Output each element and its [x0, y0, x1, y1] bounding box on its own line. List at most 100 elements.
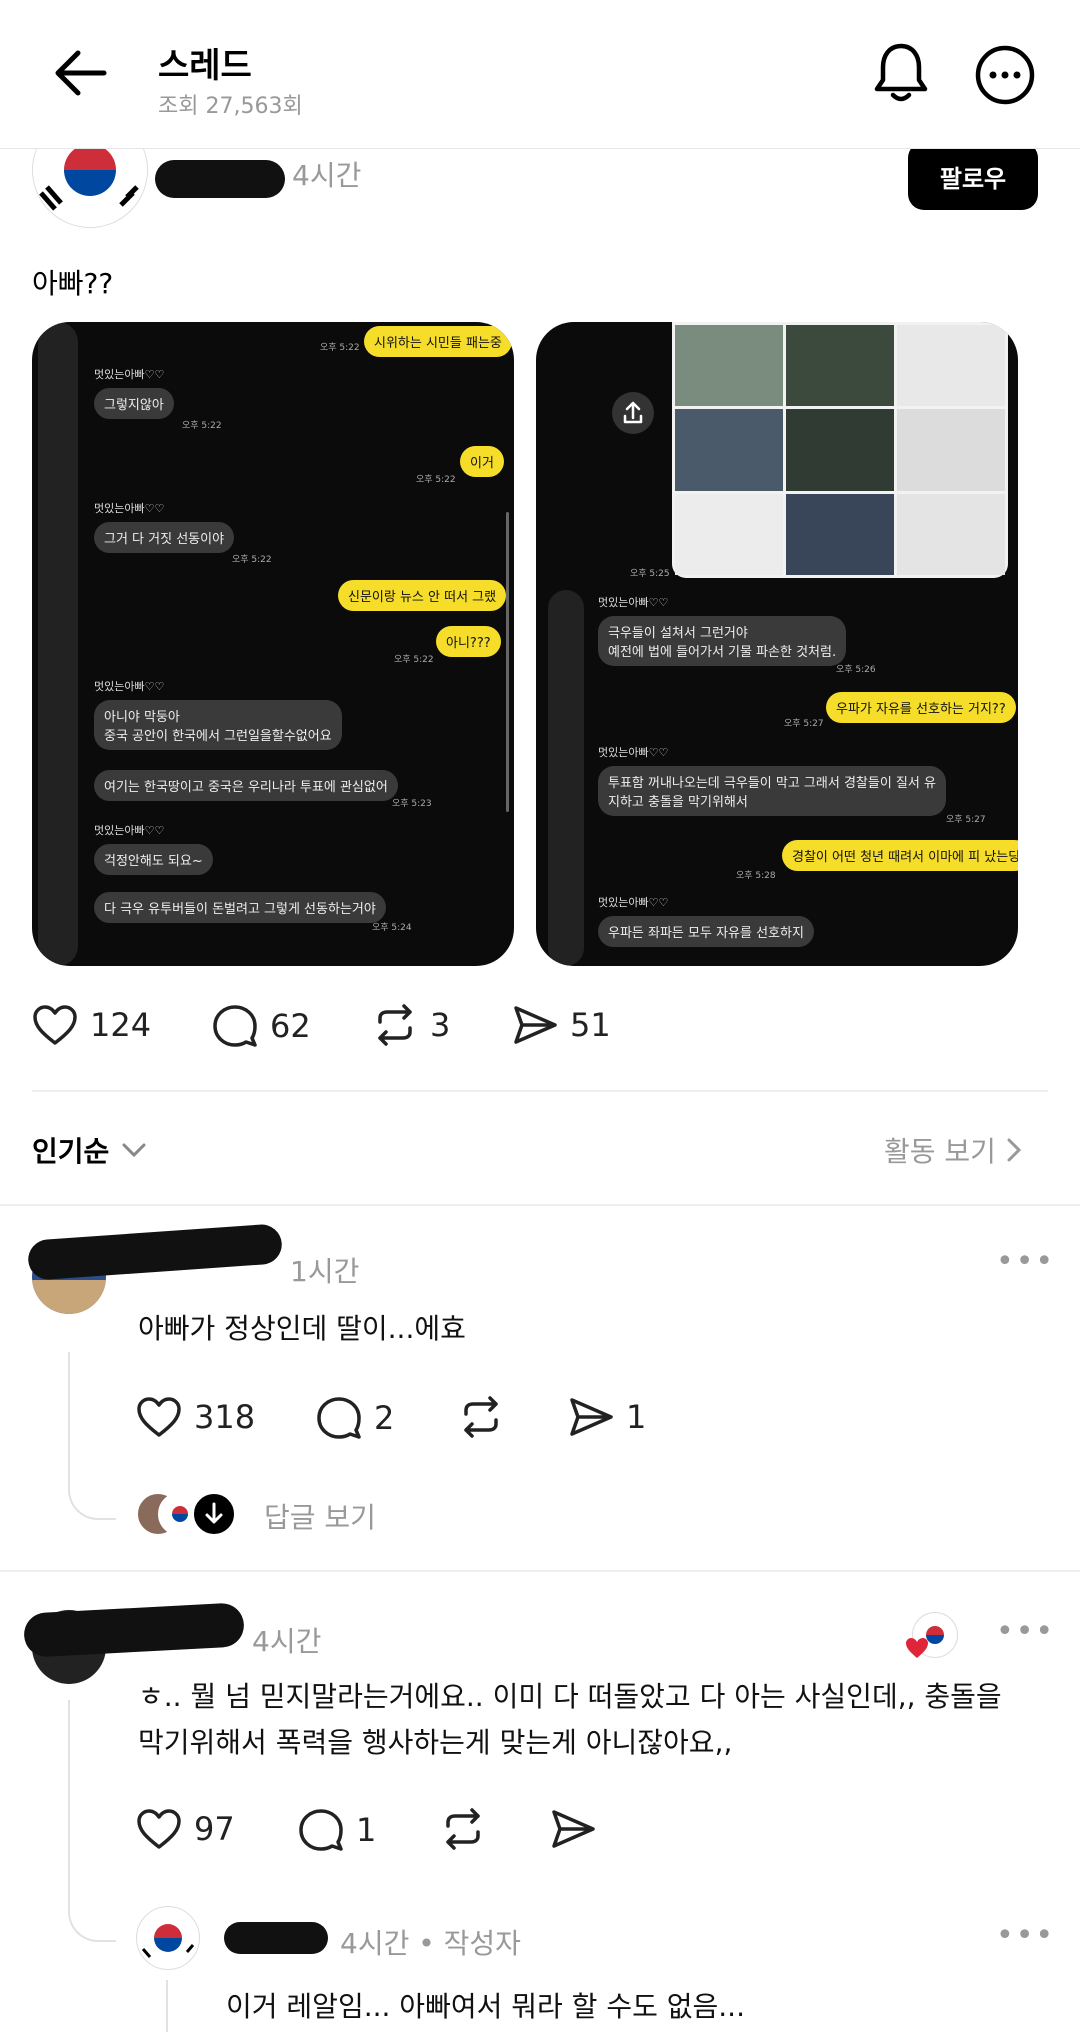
share-button[interactable]: [550, 1808, 608, 1850]
chat-line: 예전에 법에 들어가서 기물 파손한 것처럼.: [608, 645, 837, 660]
comment-button[interactable]: 2: [316, 1396, 394, 1440]
chat-time: 오후 5:28: [736, 871, 776, 881]
comment-text-line: 막기위해서 폭력을 행사하는게 맞는게 아니잖아요,,: [138, 1726, 733, 1759]
thread-line: [68, 1352, 116, 1520]
share-button[interactable]: 51: [512, 1004, 611, 1046]
page-title: 스레드: [158, 46, 252, 86]
chat-sender-name: 멋있는아빠♡♡: [94, 368, 165, 381]
download-icon: [192, 1492, 236, 1536]
news-thumb: [675, 493, 783, 575]
chat-time: 오후 5:27: [946, 815, 986, 825]
chat-bubble: 걱정안해도 되요~: [94, 844, 213, 875]
comment-button[interactable]: 1: [298, 1808, 376, 1852]
repost-button[interactable]: [458, 1396, 516, 1438]
repost-icon: [458, 1396, 504, 1438]
news-thumb: [786, 409, 894, 491]
attached-image-right[interactable]: 오후 5:25 멋있는아빠♡♡ 극우들이 설쳐서 그런거야 예전에 법에 들어가…: [536, 322, 1018, 966]
chat-time: 오후 5:22: [416, 475, 456, 485]
news-thumb: [675, 325, 783, 407]
chat-sender-name: 멋있는아빠♡♡: [94, 502, 165, 515]
chat-bubble: 경찰이 어떤 청년 때려서 이마에 피 났는딩: [782, 840, 1018, 871]
top-app-bar: 스레드 조회 27,563회: [0, 0, 1080, 149]
like-count: 124: [90, 1006, 152, 1044]
chat-line: 아니야 막둥아: [104, 710, 180, 725]
comment-bubble-icon: [316, 1396, 362, 1440]
news-thumb: [786, 493, 894, 575]
author-liked-badge: [904, 1612, 958, 1664]
comment-text-line: ㅎ.. 뭘 넘 믿지말라는거에요.. 이미 다 떠돌았고 다 아는 사실인데,,…: [138, 1680, 1002, 1713]
chat-sender-name: 멋있는아빠♡♡: [598, 896, 669, 909]
view-replies-link[interactable]: 답글 보기: [264, 1496, 376, 1536]
repost-icon: [440, 1808, 486, 1850]
chat-time: 오후 5:26: [836, 665, 876, 675]
attached-image-left[interactable]: 시위하는 시민들 패는중 오후 5:22 멋있는아빠♡♡ 그렇지않아 오후 5:…: [32, 322, 514, 966]
sort-dropdown[interactable]: 인기순: [32, 1130, 147, 1170]
heart-icon: [32, 1004, 78, 1046]
repost-icon: [372, 1004, 418, 1046]
chat-bubble: 이거: [460, 446, 504, 477]
repost-button[interactable]: 3: [372, 1004, 450, 1046]
news-thumb: [897, 325, 1005, 407]
share-count: 1: [626, 1398, 647, 1436]
chat-bubble: 아니야 막둥아 중국 공안이 한국에서 그런일을할수없어요: [94, 700, 342, 750]
avatar-detail: [32, 1280, 106, 1314]
comment-count: 62: [270, 1007, 311, 1045]
heart-icon: [136, 1808, 182, 1850]
activity-link[interactable]: 활동 보기: [884, 1130, 1022, 1170]
chat-sender-name: 멋있는아빠♡♡: [94, 680, 165, 693]
activity-label: 활동 보기: [884, 1135, 996, 1168]
send-icon: [568, 1396, 614, 1438]
chat-time: 오후 5:22: [320, 343, 360, 353]
news-thumb: [675, 409, 783, 491]
reply-thread-line: [166, 1980, 168, 2032]
redacted-profile-strip: [548, 590, 584, 966]
back-arrow-icon[interactable]: [52, 48, 108, 98]
share-upload-icon[interactable]: [612, 392, 654, 434]
chat-bubble: 투표함 꺼내나오는데 극우들이 막고 그래서 경찰들이 질서 유 지하고 충돌을…: [598, 766, 946, 816]
chat-time: 오후 5:27: [784, 719, 824, 729]
comment-more-icon[interactable]: •••: [996, 1244, 1055, 1279]
chat-line: 극우들이 설쳐서 그런거야: [608, 626, 748, 641]
news-thumb: [786, 325, 894, 407]
comment-bubble-icon: [298, 1808, 344, 1852]
like-button[interactable]: 124: [32, 1004, 151, 1046]
chat-bubble: 우파든 좌파든 모두 자유를 선호하지: [598, 916, 814, 947]
send-icon: [512, 1004, 558, 1046]
view-count: 조회 27,563회: [158, 94, 303, 119]
follow-button[interactable]: 팔로우: [908, 142, 1038, 210]
redacted-username: [224, 1922, 328, 1954]
news-collage-image: [672, 322, 1008, 578]
reply-text: 이거 레알임... 아빠여서 뭐라 할 수도 없음...: [226, 1990, 745, 2023]
chat-bubble: 여기는 한국땅이고 중국은 우리나라 투표에 관심없어: [94, 770, 398, 801]
heart-icon: [136, 1396, 182, 1438]
like-button[interactable]: 97: [136, 1808, 235, 1850]
chat-line: 투표함 꺼내나오는데 극우들이 막고 그래서 경찰들이 질서 유: [608, 776, 936, 791]
redacted-username: [22, 1602, 246, 1658]
more-options-icon[interactable]: [975, 45, 1035, 105]
redacted-username: [155, 160, 285, 198]
divider: [0, 1204, 1080, 1206]
chevron-down-icon: [121, 1142, 147, 1158]
comment-more-icon[interactable]: •••: [996, 1614, 1055, 1649]
reply-avatar[interactable]: [136, 1906, 200, 1970]
comment-time: 1시간: [290, 1255, 360, 1288]
comment-button[interactable]: 62: [212, 1004, 311, 1048]
heart-badge-icon: [904, 1636, 930, 1664]
news-thumb: [897, 493, 1005, 575]
reply-more-icon[interactable]: •••: [996, 1918, 1055, 1953]
chat-bubble: 그거 다 거짓 선동이야: [94, 522, 235, 553]
like-button[interactable]: 318: [136, 1396, 255, 1438]
comment-bubble-icon: [212, 1004, 258, 1048]
chat-bubble: 시위하는 시민들 패는중: [364, 326, 512, 357]
sort-label: 인기순: [32, 1135, 110, 1168]
share-button[interactable]: 1: [568, 1396, 646, 1438]
post-time: 4시간: [292, 159, 362, 192]
post-text: 아빠??: [32, 267, 114, 300]
redacted-username: [26, 1223, 284, 1281]
chat-line: 지하고 충돌을 막기위해서: [608, 795, 748, 810]
chat-time: 오후 5:25: [630, 569, 670, 579]
reply-avatars: [136, 1492, 236, 1536]
reply-count: 2: [374, 1399, 395, 1437]
bell-icon[interactable]: [872, 40, 930, 104]
repost-button[interactable]: [440, 1808, 498, 1850]
